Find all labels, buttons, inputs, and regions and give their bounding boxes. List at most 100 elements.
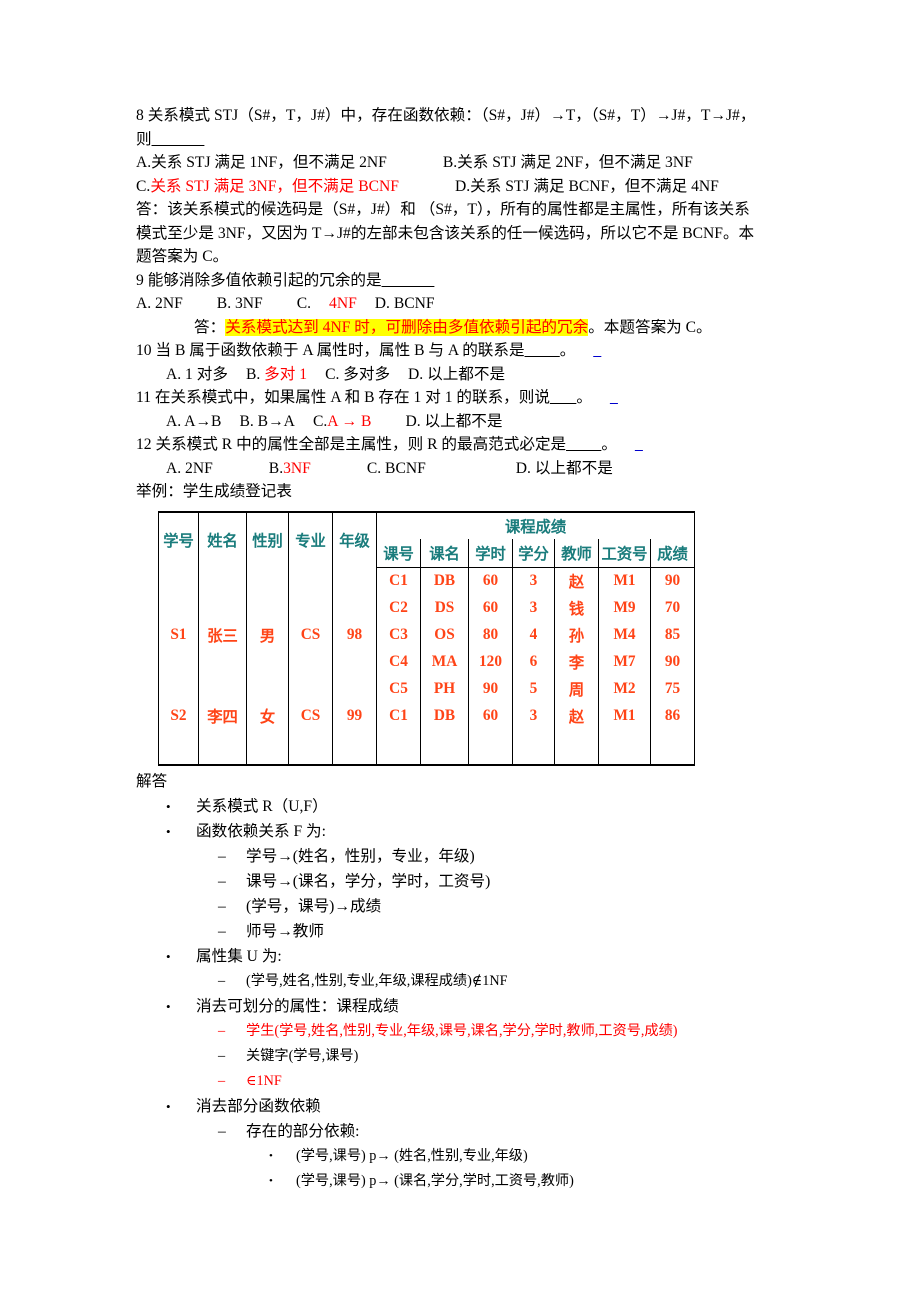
- table-row: S2 李四 女 CS 99 C1 DB 60 3 赵 M1 86: [158, 702, 696, 730]
- header-xuefen: 学分: [512, 538, 555, 568]
- cell-chengji: 90: [649, 648, 696, 676]
- q8-answer-blank: ______: [151, 130, 205, 148]
- header-xueshi: 学时: [468, 538, 513, 568]
- q9-answer-suffix: 。本题答案为 C。: [588, 318, 712, 336]
- q12-option-a: A. 2NF: [166, 459, 213, 477]
- q8-stem-line2: 则______: [136, 128, 792, 152]
- cell-kehao: C4: [376, 648, 421, 676]
- q10-option-b-label: B.: [245, 365, 261, 383]
- table-row-spacer: [158, 729, 696, 765]
- spacer-cell: [376, 729, 421, 765]
- cell-keming: DS: [420, 594, 469, 622]
- cell-keming: MA: [420, 648, 469, 676]
- list-item: (学号,课号) p→ (姓名,性别,专业,年级): [136, 1144, 792, 1169]
- spacer-cell: [420, 729, 469, 765]
- q8-explain-line1: 答：该关系模式的候选码是（S#，J#）和 （S#，T），所有的属性都是主属性，所…: [136, 201, 750, 218]
- cell-gongzihao: M1: [598, 567, 651, 595]
- cell-kehao: C2: [376, 594, 421, 622]
- spacer-cell: [554, 729, 599, 765]
- q10-stem: 10 当 B 属于函数依赖于 A 属性时，属性 B 与 A 的联系是____。 _: [136, 339, 792, 363]
- cell-chengji: 86: [649, 702, 696, 730]
- q9-options: A. 2NF B. 3NF C. 4NF D. BCNF: [136, 292, 792, 316]
- q10-option-a: A. 1 对多: [166, 365, 228, 383]
- cell-gongzihao: M1: [598, 702, 651, 730]
- cell-keming: DB: [420, 702, 469, 730]
- q12-option-d: D. 以上都不是: [515, 459, 613, 477]
- list-item: 课号→(课名，学分，学时，工资号): [136, 869, 792, 894]
- q9-option-a: A. 2NF: [136, 295, 183, 312]
- cell-xuehao: S2: [158, 702, 199, 730]
- cell-xuefen: 4: [512, 621, 555, 649]
- cell-xueshi: 60: [468, 594, 513, 622]
- list-item: ∈1NF: [136, 1069, 792, 1094]
- cell-xuefen: 6: [512, 648, 555, 676]
- cell-kehao: C1: [376, 702, 421, 730]
- list-item: 消去可划分的属性：课程成绩: [136, 994, 792, 1019]
- q9-stem: 9 能够消除多值依赖引起的冗余的是______: [136, 269, 792, 293]
- q8-stem-line1: 8 关系模式 STJ（S#，T，J#）中，存在函数依赖：（S#，J#）→T，（S…: [136, 107, 756, 124]
- list-item: 函数依赖关系 F 为:: [136, 819, 792, 844]
- q12-blue-mark: _: [634, 436, 643, 453]
- cell-zhuanye: CS: [288, 702, 333, 730]
- cell-xingming: 张三: [198, 567, 247, 703]
- spacer-cell: [198, 729, 247, 765]
- cell-zhuanye: CS: [288, 567, 333, 703]
- q12-stem-text: 12 关系模式 R 中的属性全部是主属性，则 R 的最高范式必定是: [136, 436, 567, 453]
- cell-keming: PH: [420, 675, 469, 703]
- cell-jiaoshi: 李: [554, 648, 599, 676]
- table-group-header-row: 学号 姓名 性别 专业 年级 课程成绩: [158, 511, 696, 567]
- q9-answer-prefix: 答：: [194, 318, 226, 336]
- example-caption: 举例：学生成绩登记表: [136, 483, 292, 500]
- q11-option-c-label: C.: [312, 412, 328, 430]
- cell-gongzihao: M4: [598, 621, 651, 649]
- q10-option-c: C. 多对多: [325, 365, 391, 383]
- q10-option-b-answer: 多对 1: [264, 365, 308, 383]
- cell-xueshi: 60: [468, 702, 513, 730]
- list-item: 学号→(姓名，性别，专业，年级): [136, 844, 792, 869]
- header-chengji: 成绩: [649, 538, 696, 568]
- cell-gongzihao: M9: [598, 594, 651, 622]
- q12-answer-blank: ____: [566, 436, 602, 453]
- cell-nianji: 98: [332, 567, 377, 703]
- cell-kehao: C5: [376, 675, 421, 703]
- q11-stem-suffix: 。: [576, 389, 592, 406]
- spacer-cell: [468, 729, 513, 765]
- q8-explain-line2: 模式至少是 3NF，又因为 T→J#的左部未包含该关系的任一候选码，所以它不是 …: [136, 224, 755, 242]
- q8-explain-line3: 题答案为 C。: [136, 248, 229, 265]
- cell-gongzihao: M2: [598, 675, 651, 703]
- cell-xueshi: 80: [468, 621, 513, 649]
- q11-options: A. A→B B. B→A C.A → B D. 以上都不是: [136, 410, 792, 434]
- document-content: 8 关系模式 STJ（S#，T，J#）中，存在函数依赖：（S#，J#）→T，（S…: [136, 104, 792, 1194]
- cell-gongzihao: M7: [598, 648, 651, 676]
- cell-xingming: 李四: [198, 702, 247, 730]
- q12-stem-suffix: 。: [601, 436, 617, 453]
- cell-chengji: 90: [649, 567, 696, 595]
- list-item: 属性集 U 为:: [136, 944, 792, 969]
- header-jiaoshi: 教师: [554, 538, 599, 568]
- spacer-cell: [598, 729, 651, 765]
- q11-answer-blank: ___: [549, 389, 577, 406]
- header-keming: 课名: [420, 538, 469, 568]
- cell-xuefen: 5: [512, 675, 555, 703]
- cell-chengji: 85: [649, 621, 696, 649]
- cell-xuehao: S1: [158, 567, 199, 703]
- q11-option-b: B. B→A: [239, 412, 295, 430]
- cell-kehao: C1: [376, 567, 421, 595]
- header-gongzihao: 工资号: [598, 538, 651, 568]
- q11-stem-text: 11 在关系模式中，如果属性 A 和 B 存在 1 对 1 的联系，则说: [136, 389, 550, 406]
- spacer-cell: [288, 729, 333, 765]
- header-xuehao: 学号: [158, 511, 199, 567]
- cell-xuefen: 3: [512, 702, 555, 730]
- header-xingming: 姓名: [198, 511, 247, 567]
- q11-option-c-answer: A → B: [327, 412, 372, 430]
- document-page: 8 关系模式 STJ（S#，T，J#）中，存在函数依赖：（S#，J#）→T，（S…: [0, 0, 920, 1302]
- student-grade-table: 学号 姓名 性别 专业 年级 课程成绩 课号 课名 学时 学分 教师 工资号 成…: [158, 510, 696, 766]
- list-item: 师号→教师: [136, 919, 792, 944]
- grade-table-wrapper: 学号 姓名 性别 专业 年级 课程成绩 课号 课名 学时 学分 教师 工资号 成…: [158, 510, 696, 766]
- table-row: S1 张三 男 CS 98 C1 DB 60 3 赵 M1 90: [158, 567, 696, 703]
- cell-xuefen: 3: [512, 567, 555, 595]
- q11-blue-mark: _: [609, 389, 618, 406]
- q9-answer-row: 答：关系模式达到 4NF 时，可删除由多值依赖引起的冗余。本题答案为 C。: [136, 316, 792, 340]
- cell-xueshi: 120: [468, 648, 513, 676]
- q8-options-row1: A.关系 STJ 满足 1NF，但不满足 2NF B.关系 STJ 满足 2NF，…: [136, 151, 792, 175]
